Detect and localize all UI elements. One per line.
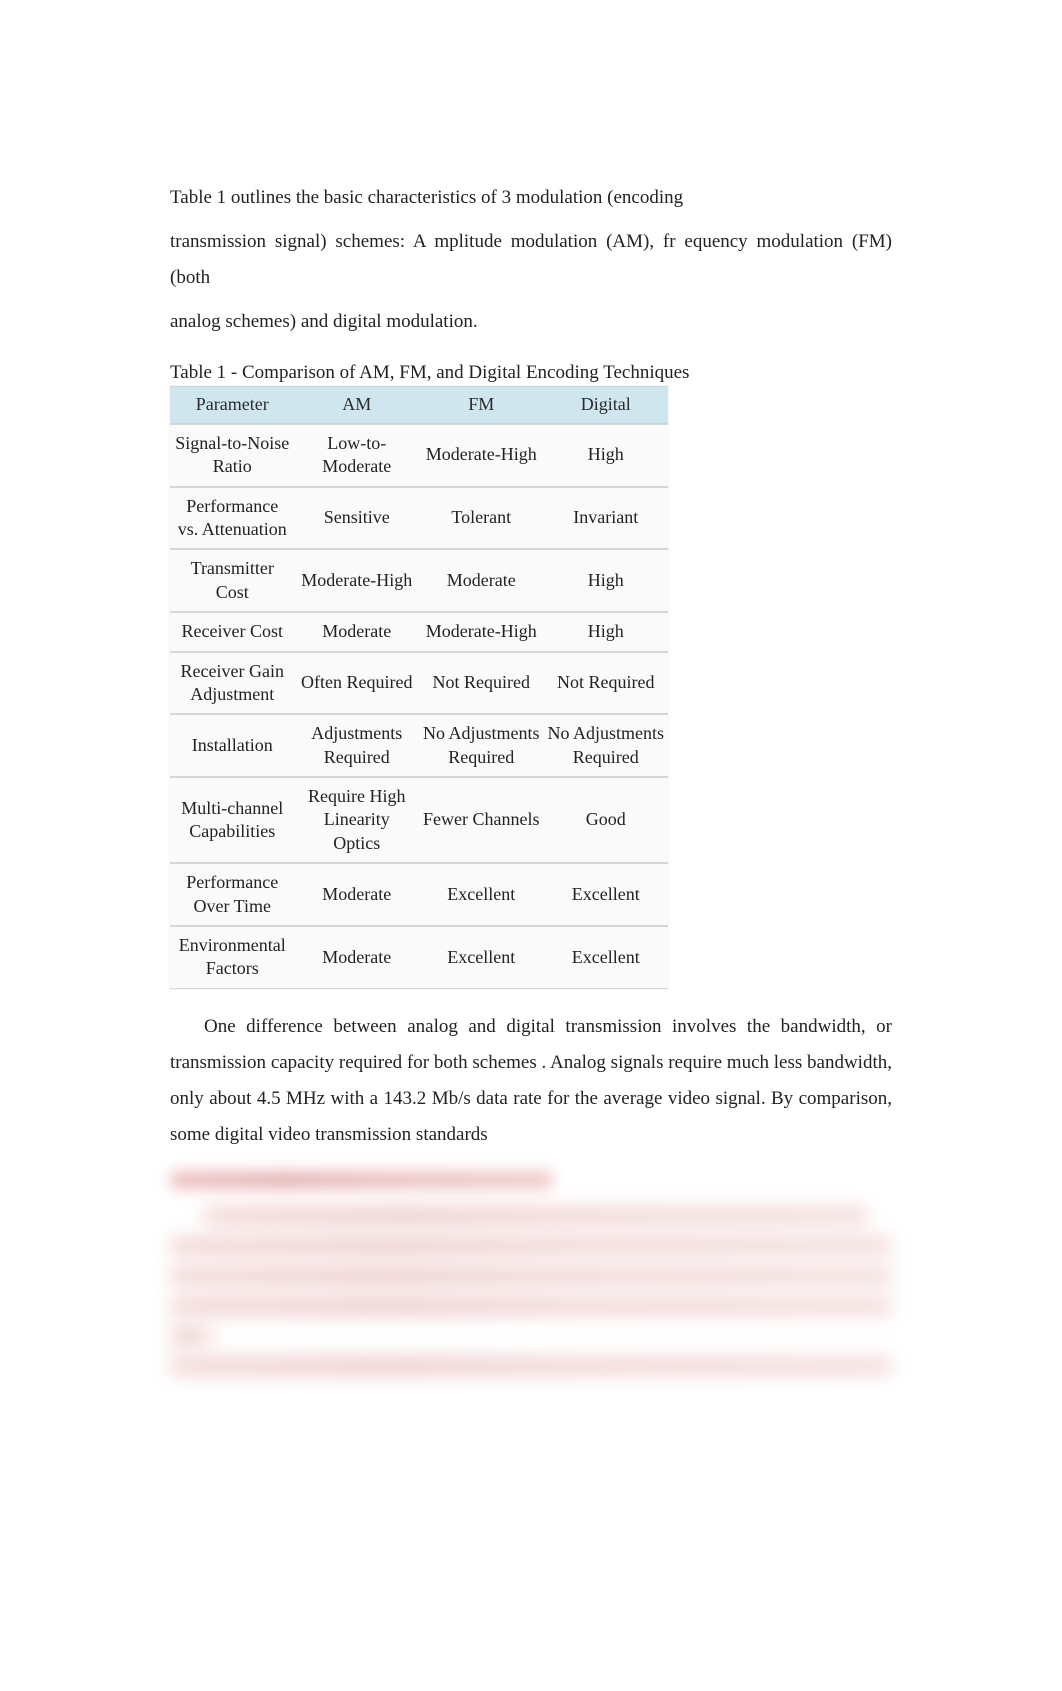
blurred-line <box>170 1327 213 1345</box>
table-cell: Moderate-High <box>295 549 420 612</box>
blurred-line <box>204 1207 868 1225</box>
document-page: Table 1 outlines the basic characteristi… <box>0 0 1062 1447</box>
table-row: Receiver Gain Adjustment Often Required … <box>170 652 668 715</box>
blurred-line <box>170 1237 892 1255</box>
table-cell: Moderate <box>295 926 420 989</box>
table-cell: Require High Linearity Optics <box>295 777 420 863</box>
table-cell: Excellent <box>544 863 669 926</box>
table-cell: Environmental Factors <box>170 926 295 989</box>
table-cell: Receiver Cost <box>170 612 295 651</box>
table-cell: High <box>544 424 669 487</box>
table-cell: Low-to-Moderate <box>295 424 420 487</box>
table-cell: No Adjustments Required <box>419 714 544 777</box>
intro-paragraph-line2: transmission signal) schemes: A mplitude… <box>170 224 892 296</box>
blurred-line <box>170 1267 892 1285</box>
table-row: Transmitter Cost Moderate-High Moderate … <box>170 549 668 612</box>
table-row: Performance vs. Attenuation Sensitive To… <box>170 487 668 550</box>
table-cell: Often Required <box>295 652 420 715</box>
table-cell: Moderate-High <box>419 612 544 651</box>
table-cell: Excellent <box>419 926 544 989</box>
table-header-cell: Parameter <box>170 386 295 423</box>
table-cell: Moderate-High <box>419 424 544 487</box>
blurred-line <box>170 1357 892 1375</box>
blurred-line <box>170 1171 553 1189</box>
table-row: Performance Over Time Moderate Excellent… <box>170 863 668 926</box>
table-row: Multi-channel Capabilities Require High … <box>170 777 668 863</box>
table-cell: No Adjustments Required <box>544 714 669 777</box>
table-cell: Not Required <box>419 652 544 715</box>
table-header-cell: FM <box>419 386 544 423</box>
intro-paragraph-line3: analog schemes) and digital modulation. <box>170 304 892 340</box>
table-cell: Signal-to-Noise Ratio <box>170 424 295 487</box>
table-cell: Not Required <box>544 652 669 715</box>
table-cell: Multi-channel Capabilities <box>170 777 295 863</box>
table-row: Signal-to-Noise Ratio Low-to-Moderate Mo… <box>170 424 668 487</box>
table-cell: Adjustments Required <box>295 714 420 777</box>
blurred-paragraph <box>170 1207 892 1375</box>
table-cell: Performance vs. Attenuation <box>170 487 295 550</box>
table-cell: High <box>544 612 669 651</box>
table-cell: Receiver Gain Adjustment <box>170 652 295 715</box>
table-cell: Transmitter Cost <box>170 549 295 612</box>
table-row: Environmental Factors Moderate Excellent… <box>170 926 668 989</box>
table-cell: Invariant <box>544 487 669 550</box>
table-body: Signal-to-Noise Ratio Low-to-Moderate Mo… <box>170 424 668 989</box>
table-caption: Table 1 - Comparison of AM, FM, and Digi… <box>170 362 892 384</box>
table-cell: Moderate <box>295 863 420 926</box>
table-cell: Moderate <box>295 612 420 651</box>
table-cell: Excellent <box>419 863 544 926</box>
table-row: Installation Adjustments Required No Adj… <box>170 714 668 777</box>
blurred-line <box>170 1297 892 1315</box>
table-cell: Sensitive <box>295 487 420 550</box>
table-header-cell: AM <box>295 386 420 423</box>
comparison-table: Parameter AM FM Digital Signal-to-Noise … <box>170 386 668 988</box>
table-cell: High <box>544 549 669 612</box>
intro-paragraph-line1: Table 1 outlines the basic characteristi… <box>170 180 892 216</box>
table-cell: Excellent <box>544 926 669 989</box>
blurred-content <box>170 1171 892 1189</box>
table-cell: Fewer Channels <box>419 777 544 863</box>
table-cell: Performance Over Time <box>170 863 295 926</box>
table-row: Receiver Cost Moderate Moderate-High Hig… <box>170 612 668 651</box>
body-paragraph: One difference between analog and digita… <box>170 1009 892 1153</box>
table-cell: Moderate <box>419 549 544 612</box>
table-header-row: Parameter AM FM Digital <box>170 386 668 423</box>
table-cell: Good <box>544 777 669 863</box>
table-cell: Installation <box>170 714 295 777</box>
table-cell: Tolerant <box>419 487 544 550</box>
table-header-cell: Digital <box>544 386 669 423</box>
